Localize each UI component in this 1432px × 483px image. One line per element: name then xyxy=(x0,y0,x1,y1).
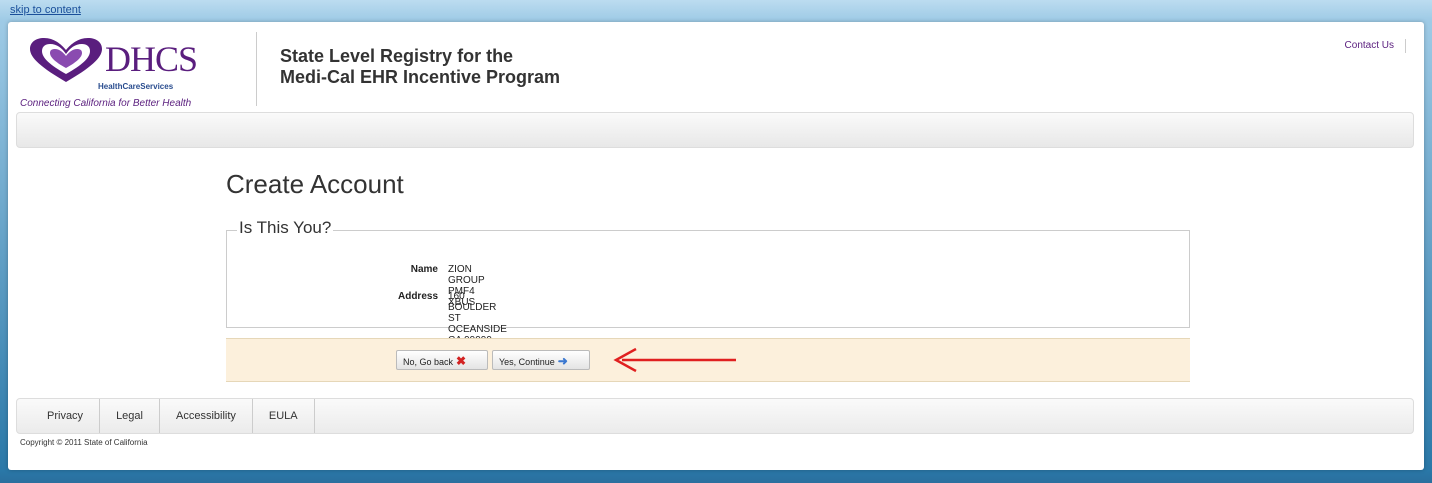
skip-to-content-link[interactable]: skip to content xyxy=(10,4,81,16)
action-bar: No, Go back ✖ Yes, Continue ➜ xyxy=(226,338,1190,382)
arrow-right-icon: ➜ xyxy=(557,354,568,368)
fieldset-legend: Is This You? xyxy=(237,218,334,238)
footer-link-accessibility[interactable]: Accessibility xyxy=(160,399,253,433)
footer-link-privacy[interactable]: Privacy xyxy=(17,399,101,433)
logo-subtitle: HealthCareServices xyxy=(98,82,174,91)
go-back-label: No, Go back xyxy=(403,357,454,367)
copyright-text: Copyright © 2011 State of California xyxy=(20,438,148,447)
contact-us-link[interactable]: Contact Us xyxy=(1345,40,1394,51)
continue-button[interactable]: Yes, Continue ➜ xyxy=(492,350,590,370)
page-container: DHCS HealthCareServices Connecting Calif… xyxy=(8,22,1424,470)
go-back-button[interactable]: No, Go back ✖ xyxy=(396,350,488,370)
address-label: Address xyxy=(397,291,438,302)
footer-link-eula[interactable]: EULA xyxy=(253,399,315,433)
footer-link-legal[interactable]: Legal xyxy=(100,399,160,433)
footer-nav: Privacy Legal Accessibility EULA xyxy=(16,398,1414,434)
app-title: State Level Registry for the Medi-Cal EH… xyxy=(280,46,560,88)
close-icon: ✖ xyxy=(456,354,467,368)
page-title: Create Account xyxy=(226,169,404,199)
annotation-arrow-icon xyxy=(613,347,736,373)
heart-icon xyxy=(30,38,102,82)
contact-separator xyxy=(1405,39,1406,53)
header-divider xyxy=(256,32,257,106)
app-title-line2: Medi-Cal EHR Incentive Program xyxy=(280,67,561,87)
main-nav-bar xyxy=(16,112,1414,148)
name-label: Name xyxy=(410,264,438,275)
continue-label: Yes, Continue xyxy=(499,357,555,367)
identity-fieldset xyxy=(226,230,1190,328)
app-title-line1: State Level Registry for the xyxy=(280,46,514,66)
logo-tagline: Connecting California for Better Health xyxy=(20,98,192,109)
logo-wordmark: DHCS xyxy=(105,39,198,79)
